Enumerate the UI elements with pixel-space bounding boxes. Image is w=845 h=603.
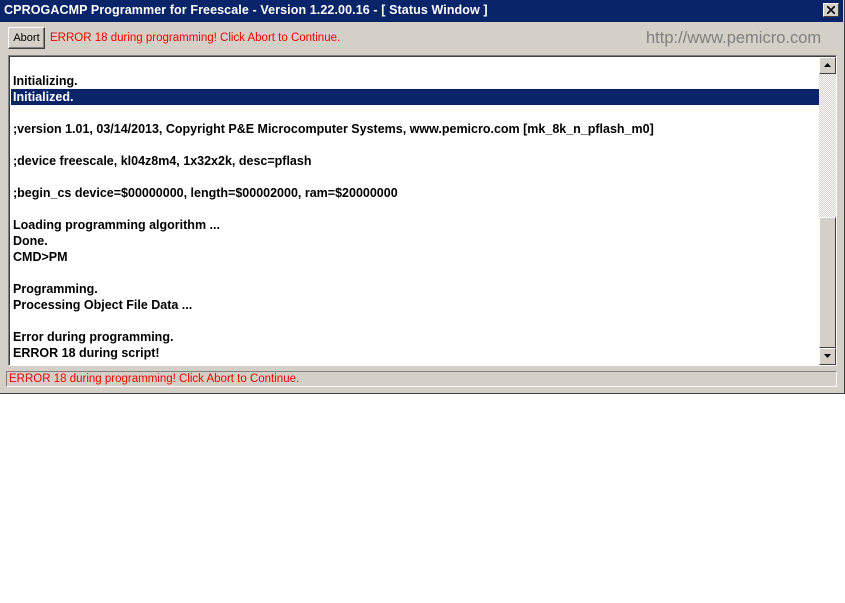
log-line[interactable]: Loading programming algorithm ...	[11, 217, 819, 233]
log-line[interactable]: CMD>PM	[11, 249, 819, 265]
vertical-scrollbar[interactable]	[819, 57, 836, 365]
window-title: CPROGACMP Programmer for Freescale - Ver…	[4, 3, 488, 17]
scroll-up-button[interactable]	[819, 57, 836, 74]
status-window: CPROGACMP Programmer for Freescale - Ver…	[0, 0, 845, 394]
log-line[interactable]	[11, 105, 819, 121]
status-bar: ERROR 18 during programming! Click Abort…	[6, 371, 837, 387]
scroll-down-button[interactable]	[819, 348, 836, 365]
log-line[interactable]: Initialized.	[11, 89, 819, 105]
log-line[interactable]: Error during programming.	[11, 329, 819, 345]
brand-url: http://www.pemicro.com	[646, 29, 822, 47]
log-lines: Initializing. Initialized. ;version 1.01, …	[11, 73, 819, 361]
log-line[interactable]	[11, 201, 819, 217]
log-line[interactable]: Processing Object File Data ...	[11, 297, 819, 313]
error-message: ERROR 18 during programming! Click Abort…	[50, 32, 341, 44]
log-line[interactable]	[11, 137, 819, 153]
title-bar[interactable]: CPROGACMP Programmer for Freescale - Ver…	[0, 0, 843, 22]
log-line[interactable]	[11, 313, 819, 329]
scroll-thumb[interactable]	[819, 217, 836, 348]
close-button[interactable]	[823, 3, 839, 17]
log-line[interactable]	[11, 265, 819, 281]
status-bar-text: ERROR 18 during programming! Click Abort…	[9, 373, 300, 385]
arrow-up-icon	[824, 63, 831, 67]
log-line[interactable]	[11, 169, 819, 185]
log-line[interactable]: ;begin_cs device=$00000000, length=$0000…	[11, 185, 819, 201]
log-line[interactable]: ERROR 18 during script!	[11, 345, 819, 361]
log-line[interactable]: Programming.	[11, 281, 819, 297]
log-line[interactable]: ;version 1.01, 03/14/2013, Copyright P&E…	[11, 121, 819, 137]
log-listbox[interactable]: Initializing. Initialized. ;version 1.01, …	[8, 55, 837, 366]
log-line[interactable]: ;device freescale, kl04z8m4, 1x32x2k, de…	[11, 153, 819, 169]
log-line[interactable]: Done.	[11, 233, 819, 249]
arrow-down-icon	[824, 354, 831, 358]
log-line[interactable]: Initializing.	[11, 73, 819, 89]
abort-button[interactable]: Abort	[8, 27, 45, 49]
close-icon	[827, 6, 835, 14]
